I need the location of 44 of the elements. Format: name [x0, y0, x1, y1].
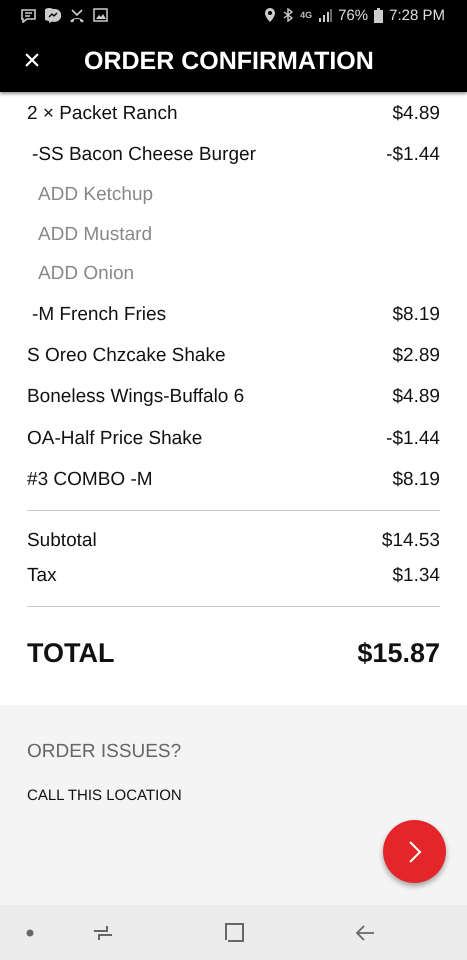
item-price: $8.19 — [392, 469, 440, 492]
network-label: 4G — [300, 10, 312, 20]
total-label: TOTAL — [27, 638, 114, 668]
modifier-text: ADD Mustard — [38, 224, 152, 246]
chat-bubble-icon — [45, 8, 61, 22]
item-price: -$1.44 — [386, 428, 440, 450]
item-name: OA-Half Price Shake — [27, 428, 202, 450]
item-price: $4.89 — [392, 386, 440, 408]
location-icon — [264, 7, 276, 23]
home-icon[interactable] — [225, 923, 244, 942]
close-button[interactable]: × — [0, 46, 64, 76]
image-icon — [93, 8, 108, 22]
summary-label: Tax — [27, 564, 57, 586]
item-name: 2 × Packet Ranch — [27, 102, 178, 125]
section-heading: ORDER ISSUES? — [27, 741, 182, 763]
modifier-text: ADD Ketchup — [38, 184, 154, 206]
total-value: $15.87 — [357, 638, 440, 668]
item-price: -$1.44 — [386, 144, 440, 166]
item-name: Boneless Wings-Buffalo 6 — [27, 386, 244, 408]
recent-apps-icon[interactable] — [93, 924, 113, 940]
summary-label: Subtotal — [27, 530, 97, 552]
item-price: $8.19 — [392, 304, 440, 326]
battery-percent: 76% — [338, 6, 368, 24]
call-link[interactable]: CALL THIS LOCATION — [27, 787, 182, 804]
screen-title: ORDER CONFIRMATION — [83, 46, 374, 76]
bluetooth-icon — [282, 7, 294, 23]
chevron-right-icon — [408, 840, 422, 864]
signal-icon — [318, 8, 332, 22]
item-name: #3 COMBO -M — [27, 469, 153, 492]
clock: 7:28 PM — [389, 6, 445, 24]
modifier-text: ADD Onion — [38, 263, 134, 286]
item-name: S Oreo Chzcake Shake — [27, 344, 226, 367]
item-price: $2.89 — [392, 344, 440, 367]
back-icon[interactable] — [355, 924, 375, 940]
item-price: $4.89 — [392, 102, 440, 125]
message-icon — [20, 8, 37, 22]
summary-value: $14.53 — [382, 530, 440, 552]
next-button[interactable] — [383, 820, 446, 883]
item-name: -M French Fries — [32, 304, 166, 326]
summary-value: $1.34 — [392, 564, 440, 586]
missed-call-icon — [69, 8, 85, 22]
battery-icon — [374, 8, 384, 22]
item-name: -SS Bacon Cheese Burger — [32, 144, 256, 166]
dot-icon — [26, 928, 34, 936]
